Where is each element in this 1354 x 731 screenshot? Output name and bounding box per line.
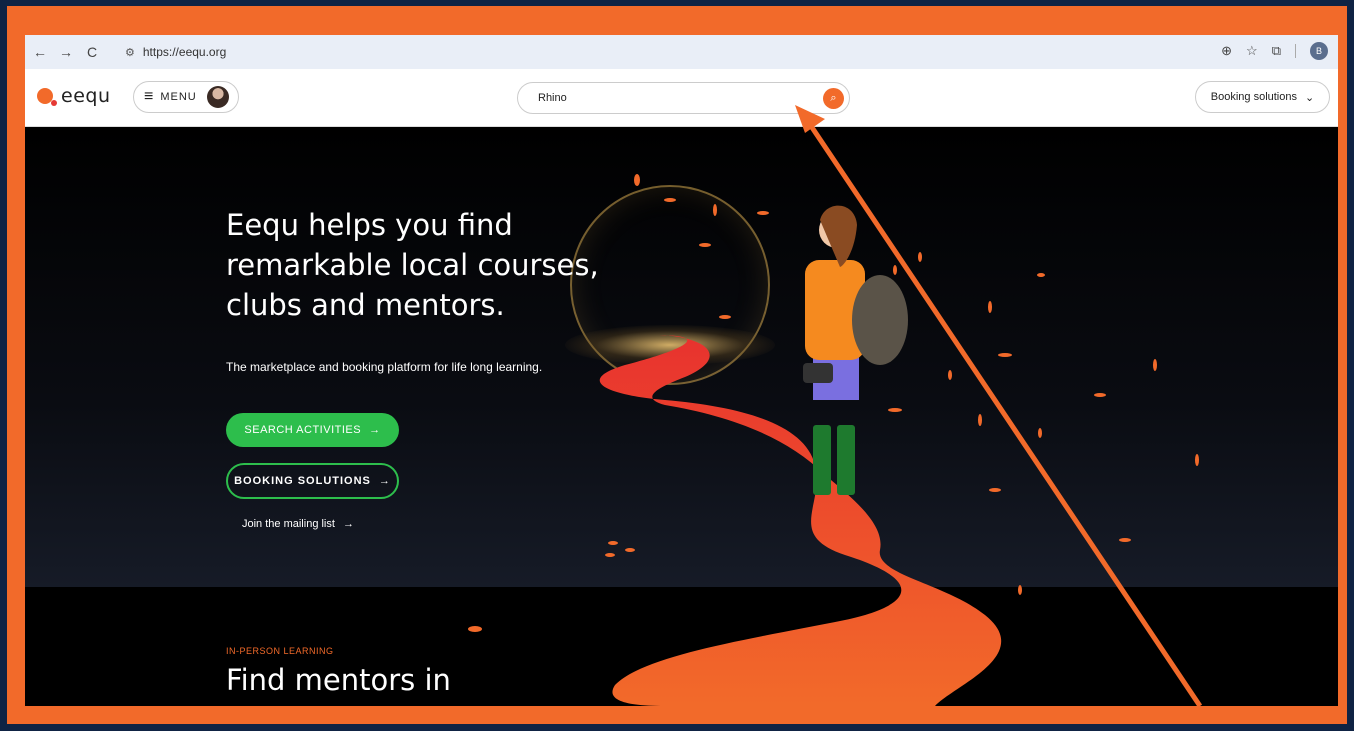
arrow-right-icon: → bbox=[369, 424, 381, 436]
mailing-list-link[interactable]: Join the mailing list → bbox=[242, 518, 354, 530]
hero-subtitle: The marketplace and booking platform for… bbox=[226, 360, 543, 374]
booking-solutions-button[interactable]: BOOKING SOLUTIONS → bbox=[226, 463, 399, 499]
search-activities-button[interactable]: SEARCH ACTIVITIES → bbox=[226, 413, 399, 447]
hero-title: Eequ helps you find remarkable local cou… bbox=[226, 205, 706, 325]
section-title: Find mentors in bbox=[226, 663, 451, 697]
hero-title-line: Eequ helps you find bbox=[226, 208, 513, 242]
hero-title-line: clubs and mentors. bbox=[226, 288, 505, 322]
arrow-right-icon: → bbox=[378, 475, 391, 487]
section-eyebrow: IN-PERSON LEARNING bbox=[226, 646, 334, 656]
winding-road bbox=[599, 335, 1002, 706]
browser-window: ← → C ⚙ https://eequ.org ⊕ ☆ ⧉ B eequ ≡ … bbox=[25, 35, 1338, 706]
hero-title-line: remarkable local courses, bbox=[226, 248, 599, 282]
search-activities-label: SEARCH ACTIVITIES bbox=[244, 424, 362, 436]
hero-illustration bbox=[468, 105, 1203, 706]
mailing-list-label: Join the mailing list bbox=[242, 518, 335, 530]
annotation-arrow bbox=[795, 105, 1203, 706]
arrow-right-icon: → bbox=[342, 518, 354, 530]
booking-solutions-label: BOOKING SOLUTIONS bbox=[234, 475, 371, 487]
